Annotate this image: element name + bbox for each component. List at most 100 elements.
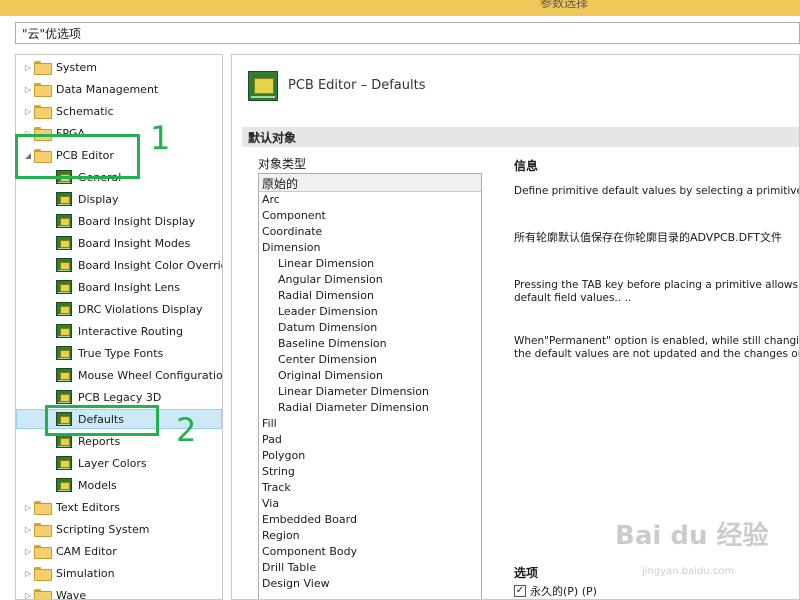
tree-item-label: Data Management bbox=[56, 82, 159, 96]
search-input[interactable]: "云"优选项 bbox=[15, 22, 800, 44]
object-type-item[interactable]: Embedded Board bbox=[259, 512, 481, 528]
tree-item-label: Models bbox=[78, 478, 117, 492]
tree-item-pcb-legacy-3d[interactable]: PCB Legacy 3D bbox=[56, 387, 161, 407]
tree-item-scripting-system[interactable]: ▷ Scripting System bbox=[22, 519, 149, 539]
expand-arrow-icon[interactable]: ▷ bbox=[22, 525, 34, 534]
tree-item-drc-violations-display[interactable]: DRC Violations Display bbox=[56, 299, 202, 319]
tree-item-board-insight-lens[interactable]: Board Insight Lens bbox=[56, 277, 180, 297]
window-title: 参数选择 bbox=[540, 0, 589, 10]
object-type-item[interactable]: Pad bbox=[259, 432, 481, 448]
object-type-item[interactable]: Design View bbox=[259, 576, 481, 592]
object-type-list[interactable]: 原始的 Arc Component Coordinate Dimension Linea… bbox=[258, 173, 482, 599]
pcb-page-icon bbox=[56, 280, 72, 294]
object-type-item[interactable]: Original Dimension bbox=[259, 368, 481, 384]
preferences-window: "云"优选项 ▷ System ▷ Data Management ▷ Sche… bbox=[0, 16, 800, 600]
permanent-checkbox[interactable]: ✓ bbox=[514, 585, 526, 597]
object-type-item[interactable]: Polygon bbox=[259, 448, 481, 464]
permanent-option[interactable]: ✓ 永久的(P) (P) bbox=[514, 583, 597, 599]
object-type-item[interactable]: Linear Dimension bbox=[259, 256, 481, 272]
tree-item-label: Board Insight Color Overrid bbox=[78, 258, 223, 272]
tree-item-label: Board Insight Lens bbox=[78, 280, 180, 294]
tree-item-label: Wave bbox=[56, 588, 87, 600]
section-header: 默认对象 bbox=[242, 127, 799, 147]
expand-arrow-icon[interactable]: ▷ bbox=[22, 503, 34, 512]
object-type-item[interactable]: String bbox=[259, 464, 481, 480]
tree-item-text-editors[interactable]: ▷ Text Editors bbox=[22, 497, 120, 517]
tree-item-layer-colors[interactable]: Layer Colors bbox=[56, 453, 147, 473]
page-title: PCB Editor – Defaults bbox=[288, 78, 426, 93]
tree-item-label: Board Insight Modes bbox=[78, 236, 191, 250]
tree-item-label: Simulation bbox=[56, 566, 115, 580]
folder-icon bbox=[34, 501, 52, 515]
object-type-item[interactable]: Component bbox=[259, 208, 481, 224]
object-type-item[interactable]: Coordinate bbox=[259, 224, 481, 240]
expand-arrow-icon[interactable]: ▷ bbox=[22, 107, 34, 116]
object-type-item[interactable]: Arc bbox=[259, 192, 481, 208]
object-type-item[interactable]: Drill Table bbox=[259, 560, 481, 576]
folder-icon bbox=[34, 61, 52, 75]
pcb-page-icon bbox=[56, 302, 72, 316]
object-type-item[interactable]: Datum Dimension bbox=[259, 320, 481, 336]
tree-item-data-management[interactable]: ▷ Data Management bbox=[22, 79, 158, 99]
object-type-item[interactable]: Linear Diameter Dimension bbox=[259, 384, 481, 400]
expand-arrow-icon[interactable]: ▷ bbox=[22, 547, 34, 556]
object-type-item[interactable]: Track bbox=[259, 480, 481, 496]
pcb-page-icon bbox=[56, 236, 72, 250]
info-text: 所有轮廓默认值保存在你轮廓目录的ADVPCB.DFT文件 bbox=[514, 231, 783, 244]
tree-item-wave[interactable]: ▷ Wave bbox=[22, 585, 87, 600]
tree-item-simulation[interactable]: ▷ Simulation bbox=[22, 563, 115, 583]
tree-item-label: Scripting System bbox=[56, 522, 150, 536]
folder-icon bbox=[34, 523, 52, 537]
expand-arrow-icon[interactable]: ▷ bbox=[22, 85, 34, 94]
pcb-page-icon bbox=[56, 456, 72, 470]
pcb-page-icon bbox=[56, 258, 72, 272]
tree-item-label: Board Insight Display bbox=[78, 214, 196, 228]
object-type-item[interactable]: Dimension bbox=[259, 240, 481, 256]
tree-item-models[interactable]: Models bbox=[56, 475, 117, 495]
tree-item-label: Text Editors bbox=[56, 500, 121, 514]
info-text: default field values.. .. bbox=[514, 292, 632, 304]
tree-item-schematic[interactable]: ▷ Schematic bbox=[22, 101, 114, 121]
expand-arrow-icon[interactable]: ▷ bbox=[22, 569, 34, 578]
tree-item-label: Schematic bbox=[56, 104, 114, 118]
object-type-item[interactable]: Via bbox=[259, 496, 481, 512]
pcb-page-icon bbox=[56, 368, 72, 382]
object-type-item[interactable]: Fill bbox=[259, 416, 481, 432]
pcb-page-icon bbox=[56, 192, 72, 206]
pcb-3d-icon bbox=[56, 390, 72, 404]
pcb-page-icon bbox=[56, 346, 72, 360]
pcb-page-icon bbox=[56, 478, 72, 492]
object-type-item[interactable]: Leader Dimension bbox=[259, 304, 481, 320]
tree-item-board-insight-display[interactable]: Board Insight Display bbox=[56, 211, 195, 231]
object-type-item[interactable]: Region bbox=[259, 528, 481, 544]
object-type-item[interactable]: Baseline Dimension bbox=[259, 336, 481, 352]
info-text: Define primitive default values by selec… bbox=[514, 185, 800, 197]
tree-item-board-insight-color-overrides[interactable]: Board Insight Color Overrid bbox=[56, 255, 223, 275]
expand-arrow-icon[interactable]: ▷ bbox=[22, 63, 34, 72]
object-type-item[interactable]: Radial Dimension bbox=[259, 288, 481, 304]
tree-item-label: System bbox=[56, 60, 98, 74]
tree-item-board-insight-modes[interactable]: Board Insight Modes bbox=[56, 233, 190, 253]
info-text: Pressing the TAB key before placing a pr… bbox=[514, 279, 800, 291]
object-type-item[interactable]: Radial Diameter Dimension bbox=[259, 400, 481, 416]
tree-item-true-type-fonts[interactable]: True Type Fonts bbox=[56, 343, 163, 363]
watermark-logo: Bai du 经验 bbox=[615, 521, 769, 551]
object-type-item[interactable]: Center Dimension bbox=[259, 352, 481, 368]
object-type-label: 对象类型 bbox=[258, 157, 307, 171]
tree-item-label: Layer Colors bbox=[78, 456, 147, 470]
object-type-item[interactable]: Angular Dimension bbox=[259, 272, 481, 288]
tree-item-interactive-routing[interactable]: Interactive Routing bbox=[56, 321, 183, 341]
tree-item-mouse-wheel-configuration[interactable]: Mouse Wheel Configuration bbox=[56, 365, 223, 385]
tree-item-system[interactable]: ▷ System bbox=[22, 57, 97, 77]
object-type-item[interactable]: Component Body bbox=[259, 544, 481, 560]
tree-item-label: DRC Violations Display bbox=[78, 302, 203, 316]
pcb-page-icon bbox=[56, 214, 72, 228]
window-titlebar: 参数选择 bbox=[0, 0, 800, 16]
tree-item-label: True Type Fonts bbox=[78, 346, 164, 360]
tree-item-display[interactable]: Display bbox=[56, 189, 119, 209]
expand-arrow-icon[interactable]: ▷ bbox=[22, 591, 34, 600]
pcb-page-icon bbox=[56, 324, 72, 338]
watermark-url: jingyan.baidu.com bbox=[642, 566, 735, 577]
tree-item-label: Mouse Wheel Configuration bbox=[78, 368, 223, 382]
tree-item-cam-editor[interactable]: ▷ CAM Editor bbox=[22, 541, 117, 561]
